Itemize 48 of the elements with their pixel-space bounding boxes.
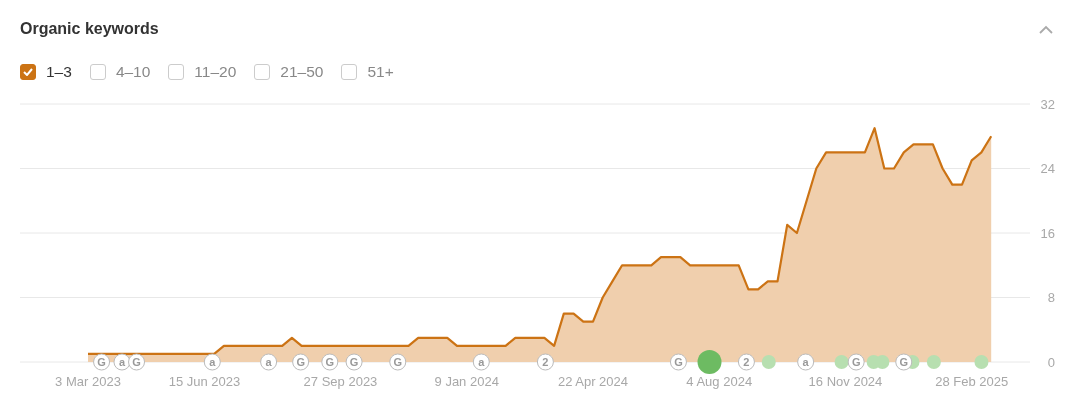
update-marker-icon[interactable]: a [260,353,278,371]
event-dot-icon[interactable] [834,355,849,369]
filter-label[interactable]: 11–20 [194,63,237,81]
x-axis-label: 9 Jan 2024 [434,374,499,389]
section-title: Organic keywords [20,20,159,38]
x-axis-label: 15 Jun 2023 [168,374,241,389]
update-marker-icon[interactable]: 2 [536,353,554,371]
filter-label[interactable]: 21–50 [280,63,324,81]
event-dot-icon[interactable] [926,355,941,369]
update-marker-icon[interactable]: G [292,353,310,371]
x-axis-label: 28 Feb 2025 [935,374,1009,389]
x-axis-label: 4 Aug 2024 [686,374,753,389]
filter-label[interactable]: 51+ [367,63,394,81]
checkbox[interactable] [89,64,106,80]
x-axis-label: 27 Sep 2023 [303,374,378,389]
checkbox[interactable] [341,64,358,80]
update-marker-icon[interactable]: 2 [737,353,755,371]
event-dot-icon[interactable] [761,355,776,369]
update-marker-icon[interactable]: a [797,353,815,371]
y-axis-label: 24 [1040,161,1055,176]
event-dot-icon[interactable] [974,355,989,369]
y-axis-label: 16 [1040,225,1055,241]
x-axis-label: 22 Apr 2024 [557,374,629,389]
y-axis-label: 32 [1040,96,1055,112]
checkbox[interactable] [168,64,185,80]
event-dot-icon[interactable] [875,355,890,369]
update-marker-icon[interactable]: G [669,353,687,371]
update-marker-icon[interactable]: G [93,353,111,371]
update-marker-icon[interactable]: G [345,353,363,371]
filter-label[interactable]: 1–3 [46,63,72,81]
update-marker-icon[interactable]: G [895,353,913,371]
update-marker-icon[interactable]: a [472,353,490,371]
event-dot-icon[interactable] [697,350,722,374]
update-marker-icon[interactable]: G [128,353,146,371]
checkbox[interactable] [254,64,271,80]
x-axis-label: 16 Nov 2024 [808,374,883,389]
check-icon [23,68,33,76]
y-axis-label: 8 [1047,290,1055,305]
update-marker-icon[interactable]: G [847,353,865,371]
checkbox[interactable] [20,64,36,80]
update-marker-icon[interactable]: G [389,353,407,371]
update-marker-icon[interactable]: a [203,353,221,371]
update-marker-icon[interactable]: a [113,353,131,371]
update-marker-icon[interactable]: G [321,353,339,371]
filter-label[interactable]: 4–10 [115,63,151,81]
y-axis-label: 0 [1047,354,1055,370]
x-axis-label: 3 Mar 2023 [55,374,121,389]
chevron-up-icon[interactable] [1039,24,1053,34]
